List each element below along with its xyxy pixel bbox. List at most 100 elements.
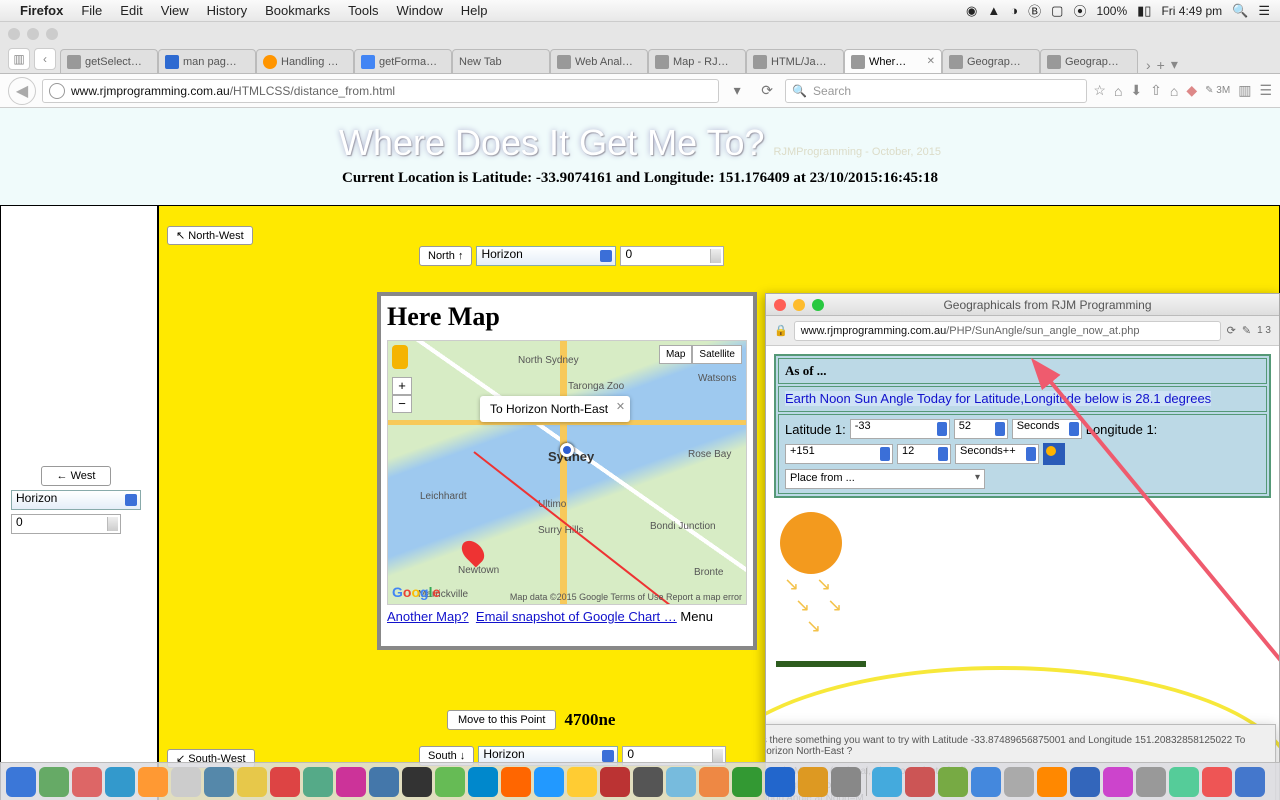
reload-icon[interactable]: ⟳ [755,79,779,103]
maptype-satellite-button[interactable]: Satellite [692,345,742,364]
dock-app-icon[interactable] [905,767,935,797]
dock-app-icon[interactable] [6,767,36,797]
window-controls[interactable] [8,28,58,40]
lon-unit-select[interactable]: Seconds++ [955,444,1039,464]
menu-view[interactable]: View [161,3,189,18]
north-value-input[interactable]: 0 [620,246,724,266]
map-attribution[interactable]: Map data ©2015 Google Terms of Use Repor… [510,592,742,602]
horizon-select-west[interactable]: Horizon [11,490,141,510]
pegman-icon[interactable] [392,345,408,369]
lat-deg-input[interactable]: -33 [850,419,950,439]
dock-app-icon[interactable] [1202,767,1232,797]
tab[interactable]: New Tab [452,49,550,73]
dock-app-icon[interactable] [303,767,333,797]
dock-app-icon[interactable] [468,767,498,797]
horizon-select-north[interactable]: Horizon [476,246,616,266]
addon-icon[interactable]: ◆ [1186,82,1197,99]
nav-back-icon[interactable]: ‹ [34,48,56,70]
tab-active[interactable]: Wher…✕ [844,49,942,73]
dock-app-icon[interactable] [798,767,828,797]
search-bar[interactable]: 🔍 Search [785,79,1087,103]
home-icon[interactable]: ⇧ [1150,82,1162,99]
menu-bookmarks[interactable]: Bookmarks [265,3,330,18]
dock-app-icon[interactable] [600,767,630,797]
dock-app-icon[interactable] [765,767,795,797]
zoom-out-button[interactable]: − [392,395,412,413]
status-icon[interactable]: ◉ [966,3,977,19]
maptype-map-button[interactable]: Map [659,345,692,364]
tab[interactable]: Geograp… [1040,49,1138,73]
lon-min-input[interactable]: 12 [897,444,951,464]
west-button[interactable]: ← West [41,466,111,486]
dock-app-icon[interactable] [1004,767,1034,797]
north-button[interactable]: North ↑ [419,246,472,266]
another-map-link[interactable]: Another Map? [387,609,469,624]
wifi-icon[interactable]: ⦿ [1073,1,1086,20]
tab[interactable]: Handling … [256,49,354,73]
zoom-in-button[interactable]: + [392,377,412,395]
menu-help[interactable]: Help [461,3,488,18]
menu-file[interactable]: File [81,3,102,18]
notifications-icon[interactable]: ☰ [1258,3,1270,19]
dock-app-icon[interactable] [938,767,968,797]
west-value-input[interactable]: 0 [11,514,121,534]
pocket-icon[interactable]: ⌂ [1114,83,1122,99]
tab[interactable]: Geograp… [942,49,1040,73]
tab[interactable]: Map - RJ… [648,49,746,73]
lat-unit-select[interactable]: Seconds [1012,419,1082,439]
menu-window[interactable]: Window [397,3,443,18]
tab[interactable]: HTML/Ja… [746,49,844,73]
dock-app-icon[interactable] [633,767,663,797]
dock-app-icon[interactable] [270,767,300,797]
tab[interactable]: Web Anal… [550,49,648,73]
noon-sun-angle-link[interactable]: Earth Noon Sun Angle Today for Latitude,… [785,391,1211,406]
sidebar-toggle-icon[interactable]: ▥ [8,48,30,70]
popup-address-bar[interactable]: www.rjmprogramming.com.au/PHP/SunAngle/s… [794,321,1221,341]
map-marker-current[interactable] [560,443,574,457]
north-west-button[interactable]: ↖ North-West [167,226,253,245]
status-icon[interactable]: ▲ [987,3,1000,18]
dock-app-icon[interactable] [1103,767,1133,797]
hamburger-menu-icon[interactable]: ☰ [1259,82,1272,99]
addon-icon[interactable]: ✎ [1242,324,1251,337]
new-tab-icon[interactable]: + [1157,57,1165,73]
popup-window-controls[interactable] [774,299,824,311]
tabs-menu-icon[interactable]: ▾ [1171,56,1178,73]
dock-app-icon[interactable] [369,767,399,797]
dock-app-icon[interactable] [501,767,531,797]
place-from-select[interactable]: Place from ... [785,469,985,489]
spotlight-icon[interactable]: 🔍 [1232,3,1248,19]
dock-app-icon[interactable] [971,767,1001,797]
tab-close-icon[interactable]: ✕ [927,56,935,67]
lon-deg-input[interactable]: +151 [785,444,893,464]
email-snapshot-link[interactable]: Email snapshot of Google Chart … [476,609,677,624]
address-bar[interactable]: www.rjmprogramming.com.au/HTMLCSS/distan… [42,79,719,103]
menu-history[interactable]: History [207,3,247,18]
nav-back-button[interactable]: ◀ [8,77,36,105]
menubar-clock[interactable]: Fri 4:49 pm [1161,4,1222,18]
weather-icon[interactable] [1043,443,1065,465]
dock-app-icon[interactable] [138,767,168,797]
dock-app-icon[interactable] [732,767,762,797]
dock-app-icon[interactable] [237,767,267,797]
dock-app-icon[interactable] [831,767,861,797]
dock-app-icon[interactable] [105,767,135,797]
site-identity-icon[interactable] [49,83,65,99]
menu-link[interactable]: Menu [680,609,713,624]
dock-app-icon[interactable] [435,767,465,797]
status-icon[interactable]: ◑ [1010,3,1018,18]
dock-app-icon[interactable] [1037,767,1067,797]
lock-icon[interactable]: 🔒 [774,324,788,337]
dock-app-icon[interactable] [204,767,234,797]
dock-app-icon[interactable] [1070,767,1100,797]
move-to-point-button[interactable]: Move to this Point [447,710,556,730]
dock-app-icon[interactable] [39,767,69,797]
airplay-icon[interactable]: ▢ [1051,3,1063,19]
menu-edit[interactable]: Edit [120,3,142,18]
addon-icon[interactable]: ▥ [1238,82,1251,99]
tab[interactable]: getSelect… [60,49,158,73]
dock-app-icon[interactable] [534,767,564,797]
reload-icon[interactable]: ⟳ [1227,324,1236,337]
dock-app-icon[interactable] [171,767,201,797]
dock-app-icon[interactable] [1235,767,1265,797]
